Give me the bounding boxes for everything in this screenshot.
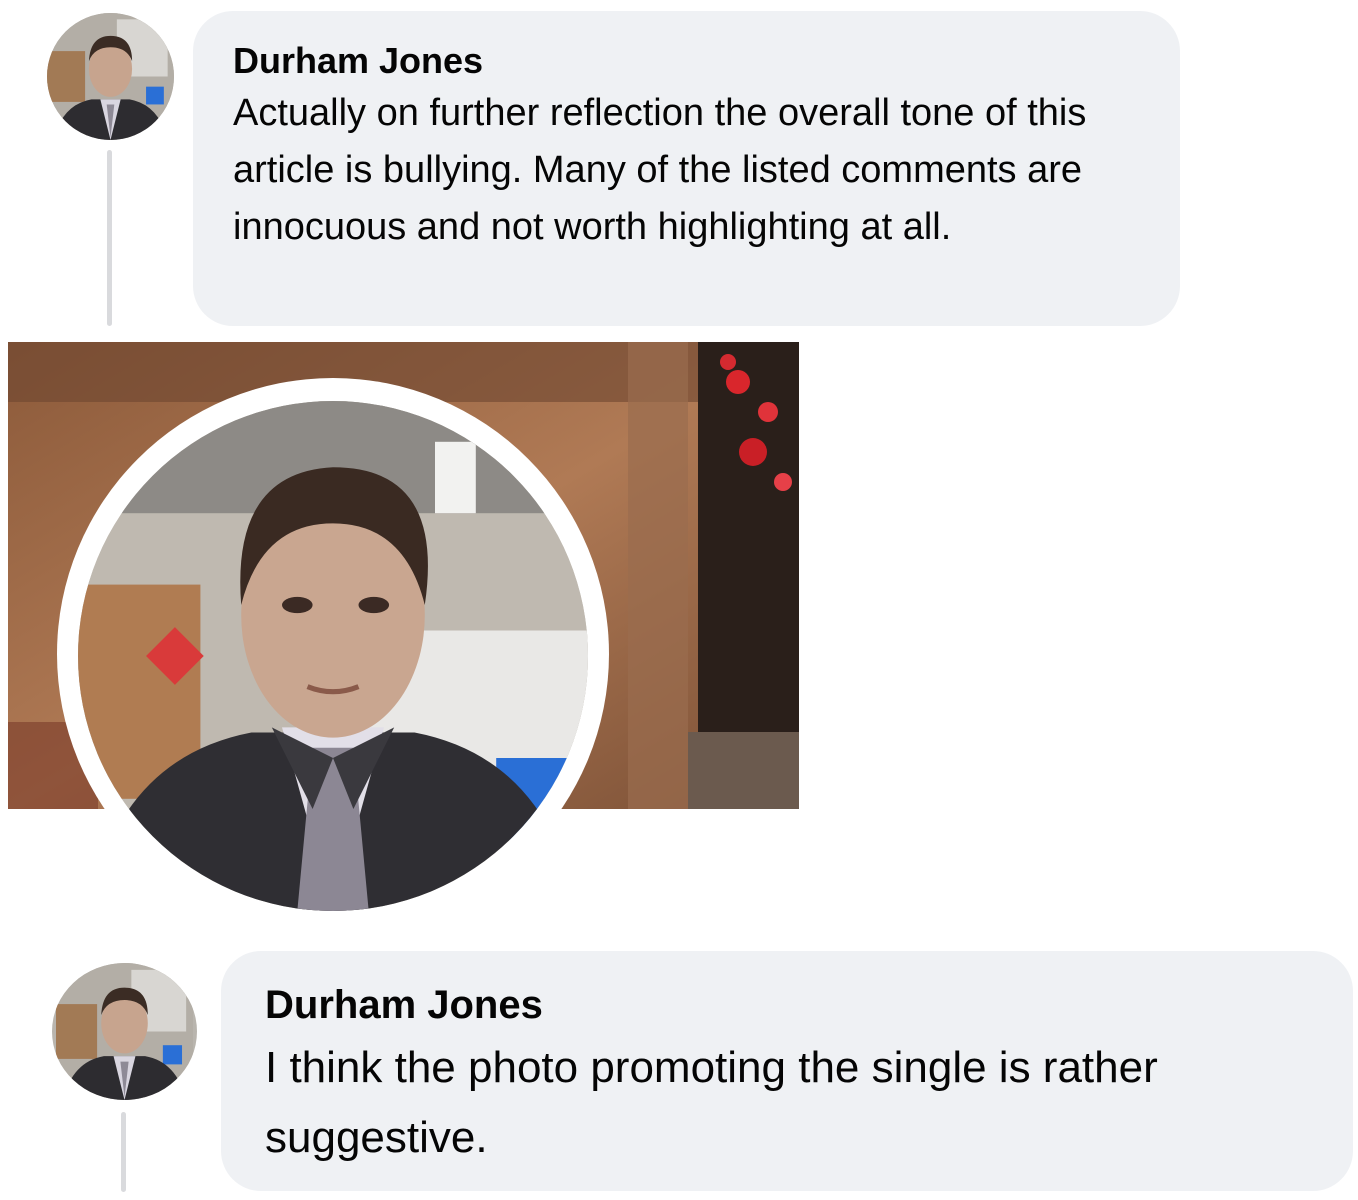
profile-photo bbox=[78, 401, 588, 911]
thread-line bbox=[121, 1112, 126, 1192]
avatar[interactable] bbox=[52, 963, 197, 1100]
comment-bubble[interactable]: Durham Jones I think the photo promoting… bbox=[221, 951, 1353, 1191]
avatar[interactable] bbox=[47, 13, 174, 140]
comment-text: Actually on further reflection the overa… bbox=[233, 92, 1087, 248]
profile-photo-icon bbox=[47, 13, 174, 140]
comment-author[interactable]: Durham Jones bbox=[233, 39, 1140, 83]
comment-bubble[interactable]: Durham Jones Actually on further reflect… bbox=[193, 11, 1180, 326]
profile-photo-icon bbox=[78, 401, 588, 911]
profile-photo-icon bbox=[56, 963, 193, 1100]
comment-text: I think the photo promoting the single i… bbox=[265, 1043, 1158, 1162]
comment-author[interactable]: Durham Jones bbox=[265, 981, 1309, 1029]
thread-line bbox=[107, 150, 112, 326]
